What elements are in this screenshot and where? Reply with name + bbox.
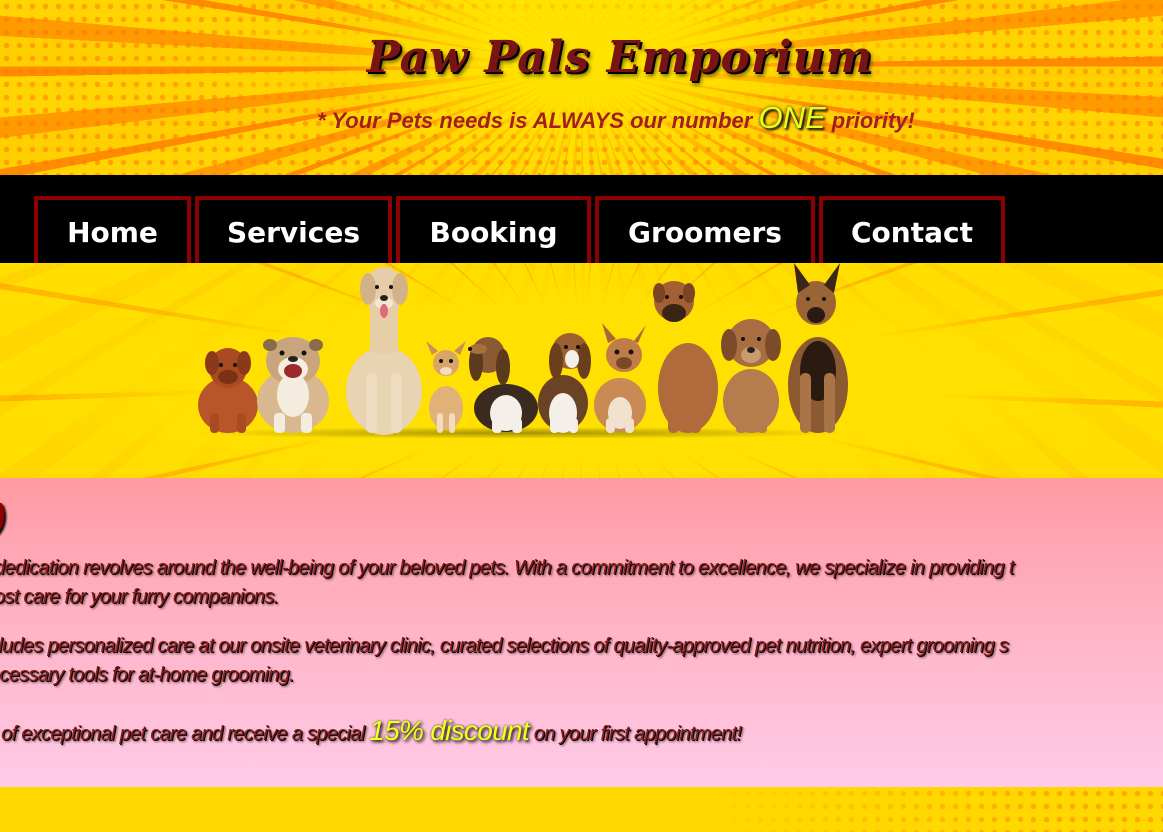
about-heading: ) bbox=[0, 498, 5, 537]
about-paragraph-services: cludes personalized care at our onsite v… bbox=[0, 632, 1009, 690]
tagline: * Your Pets needs is ALWAYS our number O… bbox=[0, 100, 1163, 136]
dog-basset-hound bbox=[468, 337, 538, 433]
nav-contact-link[interactable]: Contact bbox=[819, 196, 1005, 263]
tagline-text-start: * Your Pets needs is ALWAYS our number bbox=[317, 108, 759, 133]
dog-bulldog bbox=[257, 337, 329, 433]
site-header: Paw Pals Emporium * Your Pets needs is A… bbox=[0, 0, 1163, 175]
paragraph-line: ecessary tools for at-home grooming. bbox=[0, 664, 295, 686]
dog-boxer bbox=[653, 281, 718, 433]
nav-booking-link[interactable]: Booking bbox=[396, 196, 591, 263]
nav-groomers-link[interactable]: Groomers bbox=[595, 196, 815, 263]
paragraph-line: dedication revolves around the well-bein… bbox=[0, 557, 1014, 579]
nav-services-link[interactable]: Services bbox=[195, 196, 392, 263]
dog-dogue-puppy bbox=[198, 348, 258, 433]
site-title: Paw Pals Emporium bbox=[366, 32, 874, 83]
hero-banner bbox=[0, 263, 1163, 478]
dog-chihuahua bbox=[426, 341, 466, 433]
about-section: ) dedication revolves around the well-be… bbox=[0, 478, 1163, 787]
paragraph-line: ost care for your furry companions. bbox=[0, 586, 279, 608]
discount-highlight: 15% discount bbox=[369, 715, 529, 746]
dog-terrier bbox=[721, 319, 781, 433]
tagline-highlight: ONE bbox=[758, 100, 826, 135]
dog-basset-hound-2 bbox=[538, 333, 591, 433]
paragraph-line: cludes personalized care at our onsite v… bbox=[0, 635, 1009, 657]
paragraph-text: on your first appointment! bbox=[528, 723, 742, 745]
nav-home-link[interactable]: Home bbox=[34, 196, 191, 263]
paragraph-text: y of exceptional pet care and receive a … bbox=[0, 723, 370, 745]
main-nav: Home Services Booking Groomers Contact bbox=[0, 175, 1163, 263]
dog-german-shepherd bbox=[788, 263, 848, 433]
about-paragraph-dedication: dedication revolves around the well-bein… bbox=[0, 554, 1014, 612]
dog-french-bulldog bbox=[594, 323, 646, 433]
tagline-text-end: priority! bbox=[825, 108, 915, 133]
halftone-dots-footer bbox=[0, 787, 1163, 832]
dog-golden-retriever bbox=[346, 267, 422, 435]
dogs-lineup-image bbox=[190, 263, 850, 438]
about-paragraph-discount: y of exceptional pet care and receive a … bbox=[0, 715, 742, 749]
